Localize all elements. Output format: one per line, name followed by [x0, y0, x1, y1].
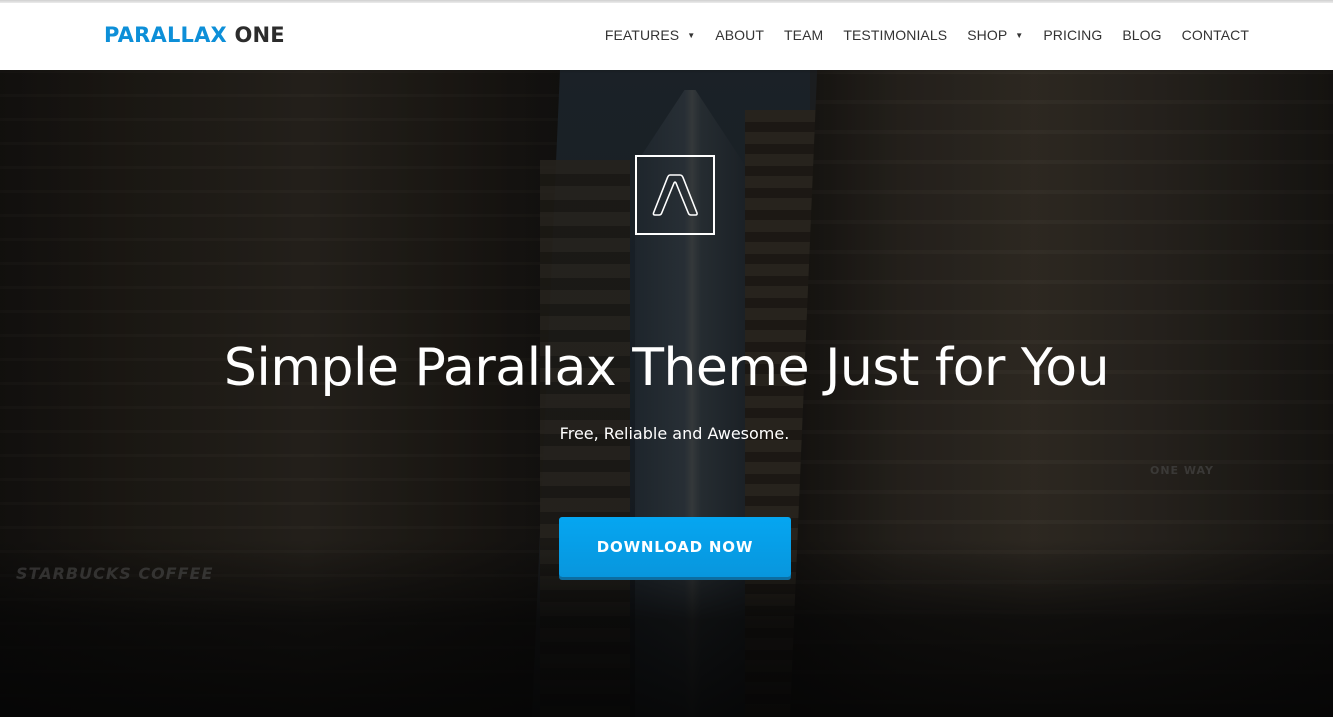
caret-down-icon: ▼ [1015, 31, 1024, 40]
nav-item-about[interactable]: ABOUT [715, 26, 764, 44]
nav-label: TEAM [784, 27, 824, 43]
caret-down-icon: ▼ [687, 31, 696, 40]
nav-item-features[interactable]: FEATURES ▼ [605, 26, 695, 44]
logo-text-primary: PARALLAX [104, 23, 227, 47]
nav-item-pricing[interactable]: PRICING [1043, 26, 1102, 44]
nav-label: CONTACT [1181, 27, 1249, 43]
nav-label: TESTIMONIALS [843, 27, 948, 43]
nav-label: ABOUT [715, 27, 765, 43]
hero-logo-box [635, 155, 715, 235]
main-nav: FEATURES ▼ ABOUT TEAM TESTIMONIALS SHOP … [605, 26, 1249, 44]
nav-item-shop[interactable]: SHOP ▼ [967, 26, 1023, 44]
nav-item-blog[interactable]: BLOG [1122, 26, 1161, 44]
hero-subtitle: Free, Reliable and Awesome. [559, 424, 790, 443]
nav-label: PRICING [1043, 27, 1103, 43]
nav-item-team[interactable]: TEAM [784, 26, 823, 44]
nav-item-testimonials[interactable]: TESTIMONIALS [843, 26, 947, 44]
site-header: PARALLAX ONE FEATURES ▼ ABOUT TEAM TESTI… [0, 0, 1333, 70]
nav-label: FEATURES [604, 27, 680, 43]
chevron-a-logo-icon [652, 174, 698, 216]
top-border [0, 0, 1333, 3]
nav-label: SHOP [967, 27, 1008, 43]
download-now-button[interactable]: DOWNLOAD NOW [559, 517, 791, 577]
hero-title: Simple Parallax Theme Just for You [223, 338, 1110, 398]
nav-label: BLOG [1122, 27, 1162, 43]
site-logo[interactable]: PARALLAX ONE [104, 22, 285, 48]
logo-text-secondary: ONE [234, 23, 285, 47]
nav-item-contact[interactable]: CONTACT [1182, 26, 1249, 44]
